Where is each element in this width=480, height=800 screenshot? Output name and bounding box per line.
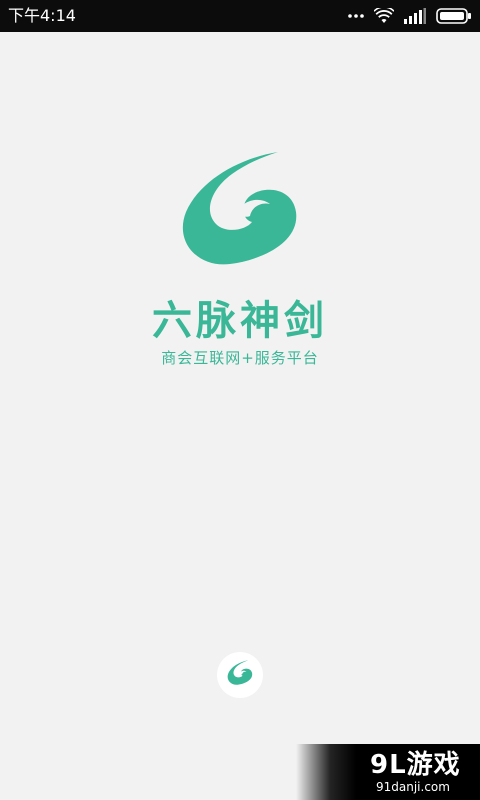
six-swirl-logo-small-icon xyxy=(227,660,253,690)
battery-icon xyxy=(436,8,472,24)
six-swirl-logo xyxy=(180,150,300,270)
watermark-brand: 9L游戏 xyxy=(370,750,461,780)
watermark-url: 91danji.com xyxy=(376,780,450,794)
brand-name: 六脉神剑 xyxy=(152,298,328,344)
status-icons xyxy=(348,7,472,25)
status-bar: 下午4:14 xyxy=(0,0,480,32)
watermark: 9L游戏 91danji.com xyxy=(296,744,480,800)
status-time: 下午4:14 xyxy=(8,6,76,25)
splash-screen: 下午4:14 六脉神剑 商会互联网+服务平台 9L游戏 91danji.com xyxy=(0,0,480,800)
small-logo xyxy=(217,652,263,698)
signal-icon xyxy=(404,8,426,24)
wifi-icon xyxy=(374,8,394,24)
brand-tagline: 商会互联网+服务平台 xyxy=(161,349,319,367)
more-dots-icon xyxy=(348,13,364,19)
